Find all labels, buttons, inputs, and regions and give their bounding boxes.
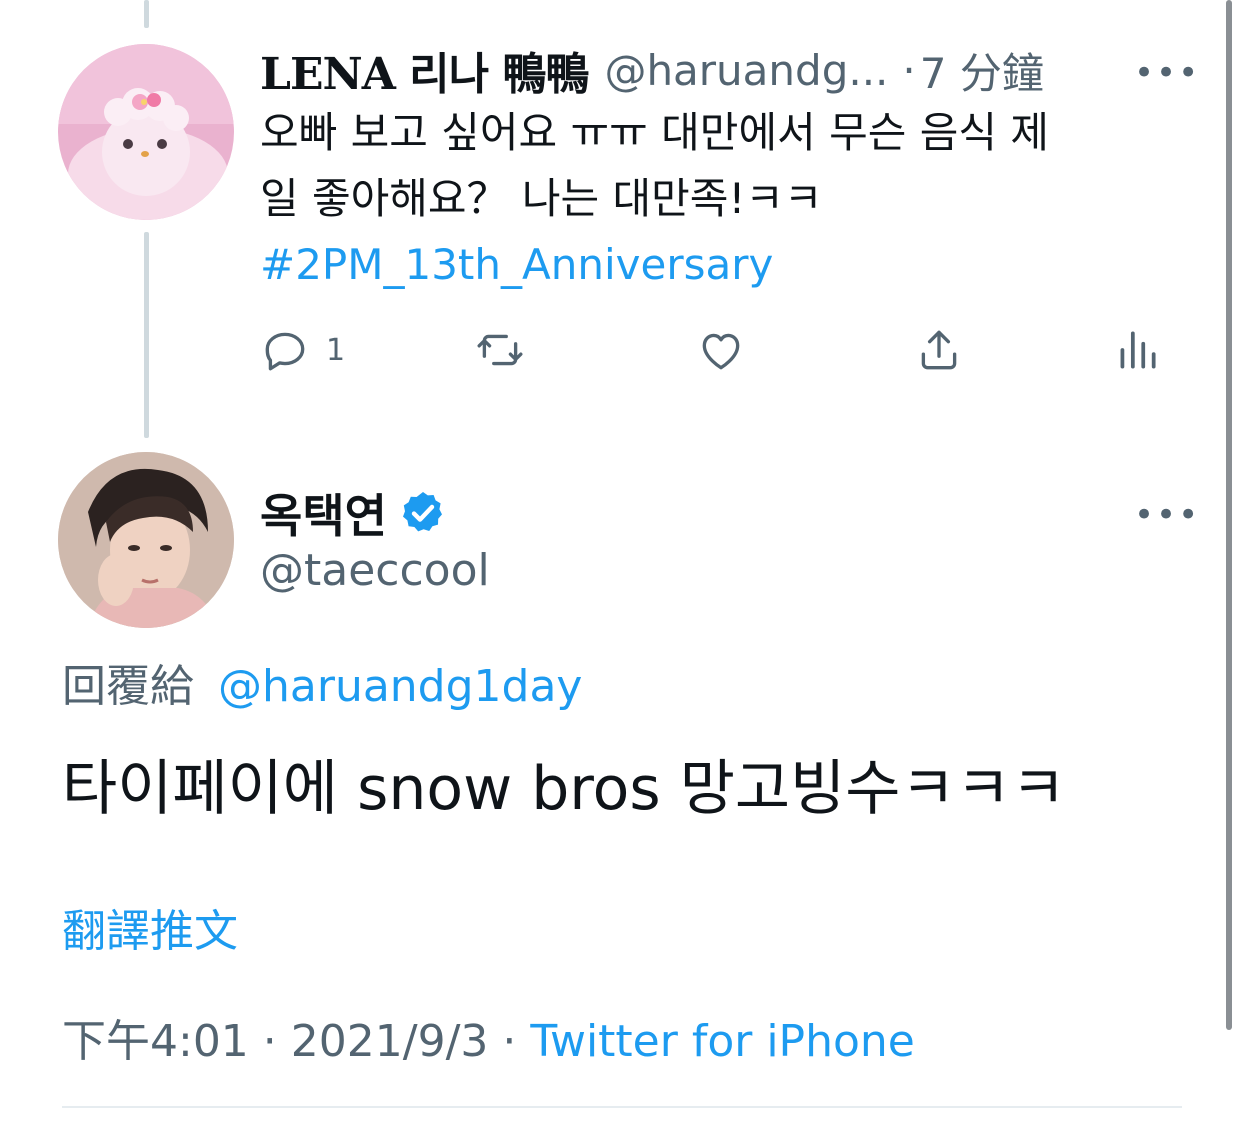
parent-tweet-text: 오빠 보고 싶어요 ㅠㅠ 대만에서 무슨 음식 제 일 좋아해요？ 나는 대만족… xyxy=(260,100,1180,298)
meta-separator-1: · xyxy=(248,1016,291,1067)
parent-handle[interactable]: @haruandg... xyxy=(604,46,888,95)
thread-line-connector xyxy=(144,232,149,438)
main-display-name[interactable]: 옥택연 xyxy=(260,480,387,546)
retweet-button[interactable] xyxy=(475,320,525,380)
heart-icon xyxy=(702,333,740,370)
verified-badge-icon xyxy=(402,492,442,532)
parent-tweet-header: LENA 리나 鴨鴨 @haruandg... · 7 分鐘 xyxy=(260,38,1044,102)
translate-tweet-link[interactable]: 翻譯推文 xyxy=(62,895,238,959)
main-avatar[interactable] xyxy=(58,452,234,628)
thread-line-top xyxy=(144,0,149,28)
parent-time[interactable]: 7 分鐘 xyxy=(920,40,1044,101)
parent-text-line-1: 오빠 보고 싶어요 ㅠㅠ 대만에서 무슨 음식 제 xyxy=(260,108,1049,157)
share-button[interactable] xyxy=(914,320,964,380)
main-display-name-row: 옥택연 xyxy=(260,480,447,546)
reply-to-handle-link[interactable]: @haruandg1day xyxy=(218,661,582,712)
parent-avatar[interactable] xyxy=(58,44,234,220)
reply-button[interactable]: 1 xyxy=(260,320,345,380)
analytics-icon xyxy=(1120,331,1156,369)
reply-to-line: 回覆給 @haruandg1day xyxy=(62,650,582,714)
main-more-options-icon[interactable]: ••• xyxy=(1134,498,1200,532)
reply-icon xyxy=(265,332,305,371)
parent-hashtag-link[interactable]: #2PM_13th_Anniversary xyxy=(260,232,1180,298)
retweet-icon xyxy=(477,334,523,366)
analytics-button[interactable] xyxy=(1112,320,1162,380)
like-button[interactable] xyxy=(696,320,746,380)
tweet-date[interactable]: 2021/9/3 xyxy=(291,1016,489,1067)
parent-display-name[interactable]: LENA 리나 鴨鴨 xyxy=(260,38,589,102)
share-icon xyxy=(921,330,957,370)
parent-more-options-icon[interactable]: ••• xyxy=(1134,56,1200,90)
parent-action-bar: 1 xyxy=(260,320,1160,380)
reply-count: 1 xyxy=(326,332,346,368)
meta-separator-2: · xyxy=(488,1016,531,1067)
tweet-meta: 下午4:01 · 2021/9/3 · Twitter for iPhone xyxy=(62,1005,915,1069)
divider xyxy=(62,1106,1182,1108)
main-handle[interactable]: @taeccool xyxy=(260,545,490,596)
tweet-time[interactable]: 下午4:01 xyxy=(62,1016,249,1067)
tweet-source-link[interactable]: Twitter for iPhone xyxy=(530,1016,914,1067)
reply-to-prefix: 回覆給 xyxy=(62,661,194,712)
scrollbar[interactable] xyxy=(1226,0,1232,1030)
parent-text-line-2: 일 좋아해요？ 나는 대만족!ㅋㅋ xyxy=(260,174,823,223)
parent-separator: · xyxy=(902,45,916,95)
main-tweet-text: 타이페이에 snow bros 망고빙수ㅋㅋㅋ xyxy=(62,754,1067,824)
